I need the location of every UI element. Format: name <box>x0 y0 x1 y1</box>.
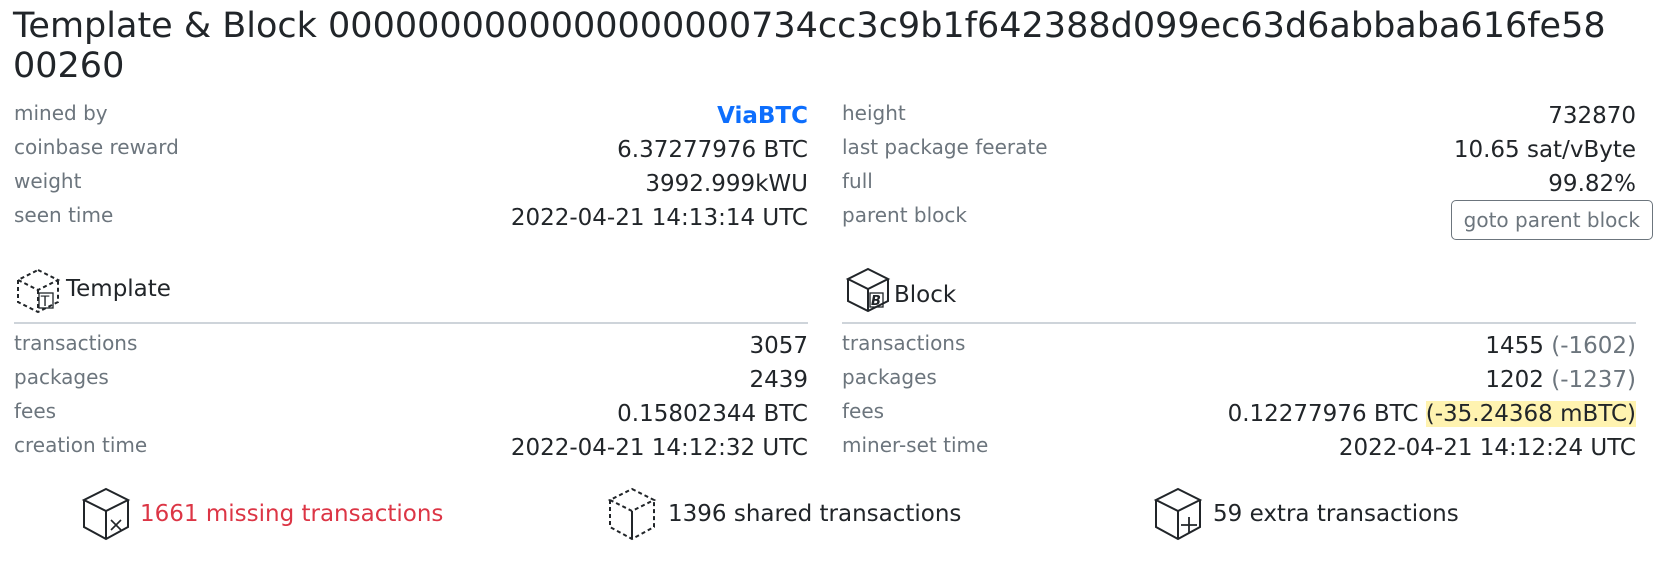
block-miner-set-time-row: miner-set time 2022-04-21 14:12:24 UTC <box>842 432 1636 466</box>
overview-right: height 732870 last package feerate 10.65… <box>842 100 1653 240</box>
seen-time-label: seen time <box>14 203 114 227</box>
box-x-icon <box>81 487 131 541</box>
template-title: Template <box>66 276 171 302</box>
box-t-icon: T <box>15 268 61 314</box>
template-creation-time-label: creation time <box>14 433 148 457</box>
coinbase-reward-row: coinbase reward 6.37277976 BTC <box>14 134 808 168</box>
block-fees-diff: (-35.24368 mBTC) <box>1425 401 1636 427</box>
mined-by-value: ViaBTC <box>717 102 808 130</box>
height-row: height 732870 <box>842 100 1636 134</box>
shared-transactions-stat: 1396 shared transactions <box>606 486 1006 546</box>
seen-time-row: seen time 2022-04-21 14:13:14 UTC <box>14 202 808 236</box>
block-miner-set-time-label: miner-set time <box>842 433 989 457</box>
block-fees-row: fees 0.12277976 BTC (-35.24368 mBTC) <box>842 398 1636 432</box>
template-packages-label: packages <box>14 365 109 389</box>
feerate-row: last package feerate 10.65 sat/vByte <box>842 134 1636 168</box>
block-fees-amount: 0.12277976 BTC <box>1227 401 1419 427</box>
box-dashed-icon <box>607 487 657 541</box>
template-transactions-row: transactions 3057 <box>14 330 808 364</box>
template-packages-value: 2439 <box>749 367 808 393</box>
feerate-value: 10.65 sat/vByte <box>1453 137 1636 163</box>
height-value: 732870 <box>1548 103 1636 129</box>
box-plus-icon <box>1153 487 1203 541</box>
template-fees-value: 0.15802344 BTC <box>617 401 808 427</box>
seen-time-value: 2022-04-21 14:13:14 UTC <box>510 205 808 231</box>
block-fees-value: 0.12277976 BTC (-35.24368 mBTC) <box>1228 400 1636 428</box>
template-transactions-label: transactions <box>14 331 138 355</box>
block-packages-row: packages 1202 (-1237) <box>842 364 1636 398</box>
weight-row: weight 3992.999kWU <box>14 168 808 202</box>
coinbase-reward-value: 6.37277976 BTC <box>617 137 808 163</box>
goto-parent-block-button[interactable]: goto parent block <box>1450 200 1653 240</box>
pool-link[interactable]: ViaBTC <box>717 103 808 129</box>
full-value: 99.82% <box>1548 171 1636 197</box>
template-packages-row: packages 2439 <box>14 364 808 398</box>
extra-transactions-label: 59 extra transactions <box>1213 501 1459 527</box>
block-section: B Block transactions 1455 (-1602) packag… <box>842 264 1636 464</box>
template-section: T Template transactions 3057 packages 24… <box>14 264 808 464</box>
block-packages-diff: (-1237) <box>1551 367 1636 393</box>
template-creation-time-value: 2022-04-21 14:12:32 UTC <box>510 435 808 461</box>
template-fees-label: fees <box>14 399 57 423</box>
template-header: T Template <box>14 264 808 324</box>
overview-left: mined by ViaBTC coinbase reward 6.372779… <box>14 100 808 236</box>
block-transactions-label: transactions <box>842 331 966 355</box>
parent-block-label: parent block <box>842 203 967 227</box>
block-miner-set-time-value: 2022-04-21 14:12:24 UTC <box>1338 435 1636 461</box>
height-label: height <box>842 101 906 125</box>
coinbase-reward-label: coinbase reward <box>14 135 179 159</box>
full-label: full <box>842 169 873 193</box>
block-packages-count: 1202 <box>1485 367 1544 393</box>
block-title: Block <box>894 282 957 308</box>
extra-transactions-stat: 59 extra transactions <box>1152 486 1552 546</box>
full-row: full 99.82% <box>842 168 1636 202</box>
block-transactions-diff: (-1602) <box>1551 333 1636 359</box>
block-fees-label: fees <box>842 399 885 423</box>
block-transactions-value: 1455 (-1602) <box>1485 332 1636 360</box>
block-header: B Block <box>842 264 1636 324</box>
weight-value: 3992.999kWU <box>645 171 808 197</box>
missing-transactions-stat: 1661 missing transactions <box>80 486 480 546</box>
parent-block-row: parent block goto parent block <box>842 200 1653 240</box>
template-transactions-value: 3057 <box>749 333 808 359</box>
shared-transactions-label: 1396 shared transactions <box>668 501 962 527</box>
page: Template & Block 0000000000000000000734c… <box>0 0 1653 583</box>
missing-transactions-label: 1661 missing transactions <box>140 501 444 527</box>
block-packages-value: 1202 (-1237) <box>1485 366 1636 394</box>
weight-label: weight <box>14 169 82 193</box>
block-transactions-count: 1455 <box>1485 333 1544 359</box>
block-packages-label: packages <box>842 365 937 389</box>
block-transactions-row: transactions 1455 (-1602) <box>842 330 1636 364</box>
feerate-label: last package feerate <box>842 135 1048 159</box>
template-fees-row: fees 0.15802344 BTC <box>14 398 808 432</box>
box-b-icon: B <box>845 267 891 313</box>
mined-by-label: mined by <box>14 101 108 125</box>
template-creation-time-row: creation time 2022-04-21 14:12:32 UTC <box>14 432 808 466</box>
mined-by-row: mined by ViaBTC <box>14 100 808 134</box>
page-title: Template & Block 0000000000000000000734c… <box>13 6 1606 86</box>
